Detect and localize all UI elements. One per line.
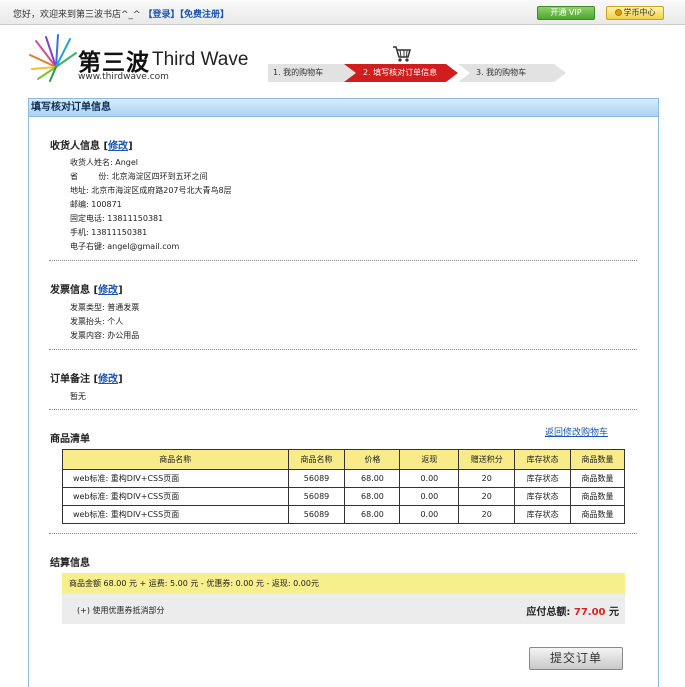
quantity-cell: 商品数量 <box>570 505 625 524</box>
goods-table: 商品名称 商品名称 价格 返现 赠送积分 库存状态 商品数量 web标准: 重构… <box>62 449 625 524</box>
cashback-cell: 0.00 <box>399 487 460 506</box>
table-row: web标准: 重构DIV+CSS页面 56089 68.00 0.00 20 库… <box>62 469 625 488</box>
column-header: 库存状态 <box>514 449 572 470</box>
coin-center-button[interactable]: 学币中心 <box>606 6 664 20</box>
table-row: web标准: 重构DIV+CSS页面 56089 68.00 0.00 20 库… <box>62 487 625 506</box>
column-header: 价格 <box>344 449 401 470</box>
column-header: 返现 <box>399 449 460 470</box>
stock-cell: 库存状态 <box>514 505 572 524</box>
shopping-cart-icon <box>393 46 411 62</box>
stock-cell: 库存状态 <box>514 469 572 488</box>
points-cell: 20 <box>458 469 516 488</box>
receiver-province: 省 份: 北京海淀区四环到五环之间 <box>70 172 208 181</box>
table-header-row: 商品名称 商品名称 价格 返现 赠送积分 库存状态 商品数量 <box>62 449 625 470</box>
coin-center-label: 学币中心 <box>623 8 656 17</box>
welcome-text: 您好，欢迎来到第三波书店^_^ 【登录】【免费注册】 <box>13 7 229 20</box>
site-url: www.thirdwave.com <box>78 72 169 82</box>
invoice-header: 发票抬头: 个人 <box>70 317 124 326</box>
receiver-address: 地址: 北京市海淀区成府路207号北大青鸟8层 <box>70 186 232 195</box>
product-id-cell: 56089 <box>287 487 346 506</box>
goods-title: 商品清单 <box>50 434 90 445</box>
use-coupon-toggle[interactable]: (+) 使用优惠券抵消部分 <box>77 605 165 616</box>
back-to-cart-link[interactable]: 返回修改购物车 <box>545 425 608 438</box>
total-unit: 元 <box>609 607 619 618</box>
receiver-section-title: 收货人信息 [修改] <box>50 141 133 152</box>
column-header: 赠送积分 <box>458 449 516 470</box>
divider <box>49 260 637 261</box>
price-cell: 68.00 <box>344 469 401 488</box>
table-row: web标准: 重构DIV+CSS页面 56089 68.00 0.00 20 库… <box>62 505 625 524</box>
remark-edit-link[interactable]: 修改 <box>98 374 118 385</box>
top-bar: 您好，欢迎来到第三波书店^_^ 【登录】【免费注册】 开通 VIP 学币中心 <box>0 0 685 25</box>
quantity-cell: 商品数量 <box>570 487 625 506</box>
coupon-bar: (+) 使用优惠券抵消部分 应付总额: 77.00 元 <box>62 594 625 624</box>
cashback-cell: 0.00 <box>399 505 460 524</box>
remark-value: 暂无 <box>70 392 86 401</box>
step-my-cart: 3. 我的购物车 <box>458 64 566 82</box>
points-cell: 20 <box>458 487 516 506</box>
starburst-logo-icon <box>29 34 77 82</box>
invoice-type: 发票类型: 普通发票 <box>70 303 140 312</box>
receiver-edit-link[interactable]: 修改 <box>108 141 128 152</box>
coin-icon <box>614 9 622 16</box>
submit-order-button[interactable]: 提交订单 <box>529 647 623 670</box>
step-cart: 1. 我的购物车 <box>268 64 356 82</box>
receiver-title: 收货人信息 <box>50 141 100 152</box>
product-id-cell: 56089 <box>287 505 346 524</box>
receiver-email: 电子右键: angel@gmail.com <box>70 242 180 251</box>
step-fill-order: 2. 填写核对订单信息 <box>344 64 458 82</box>
receiver-zip: 邮编: 100871 <box>70 200 122 209</box>
price-cell: 68.00 <box>344 505 401 524</box>
total-label: 应付总额: <box>526 607 571 618</box>
panel-title: 填写核对订单信息 <box>29 99 658 117</box>
invoice-edit-link[interactable]: 修改 <box>98 285 118 296</box>
column-header: 商品名称 <box>62 449 289 470</box>
welcome-message: 您好，欢迎来到第三波书店^_^ <box>13 10 141 20</box>
settlement-title: 结算信息 <box>50 558 90 569</box>
remark-title: 订单备注 <box>50 374 90 385</box>
login-link[interactable]: 【登录】 <box>143 10 179 20</box>
product-id-cell: 56089 <box>287 469 346 488</box>
invoice-title: 发票信息 <box>50 285 90 296</box>
divider <box>49 409 637 410</box>
column-header: 商品名称 <box>287 449 346 470</box>
receiver-name: 收货人姓名: Angel <box>70 158 139 167</box>
total-amount: 77.00 <box>573 607 606 618</box>
brand-name-en: Third Wave <box>152 49 249 70</box>
stock-cell: 库存状态 <box>514 487 572 506</box>
receiver-phone: 固定电话: 13811150381 <box>70 214 164 223</box>
remark-section-title: 订单备注 [修改] <box>50 374 123 385</box>
column-header: 商品数量 <box>570 449 625 470</box>
open-vip-button[interactable]: 开通 VIP <box>537 6 595 20</box>
invoice-content: 发票内容: 办公用品 <box>70 331 140 340</box>
quantity-cell: 商品数量 <box>570 469 625 488</box>
total-payable: 应付总额: 77.00 元 <box>526 603 619 618</box>
cashback-cell: 0.00 <box>399 469 460 488</box>
price-summary: 商品金额 68.00 元 + 运费: 5.00 元 - 优惠券: 0.00 元 … <box>62 573 625 594</box>
register-link[interactable]: 【免费注册】 <box>179 10 229 20</box>
divider <box>49 349 637 350</box>
points-cell: 20 <box>458 505 516 524</box>
divider <box>49 533 637 534</box>
site-logo[interactable]: 第三波 Third Wave www.thirdwave.com <box>28 33 248 88</box>
product-name-cell: web标准: 重构DIV+CSS页面 <box>62 487 289 506</box>
product-name-cell: web标准: 重构DIV+CSS页面 <box>62 505 289 524</box>
receiver-mobile: 手机: 13811150381 <box>70 228 148 237</box>
price-cell: 68.00 <box>344 487 401 506</box>
invoice-section-title: 发票信息 [修改] <box>50 285 123 296</box>
product-name-cell: web标准: 重构DIV+CSS页面 <box>62 469 289 488</box>
